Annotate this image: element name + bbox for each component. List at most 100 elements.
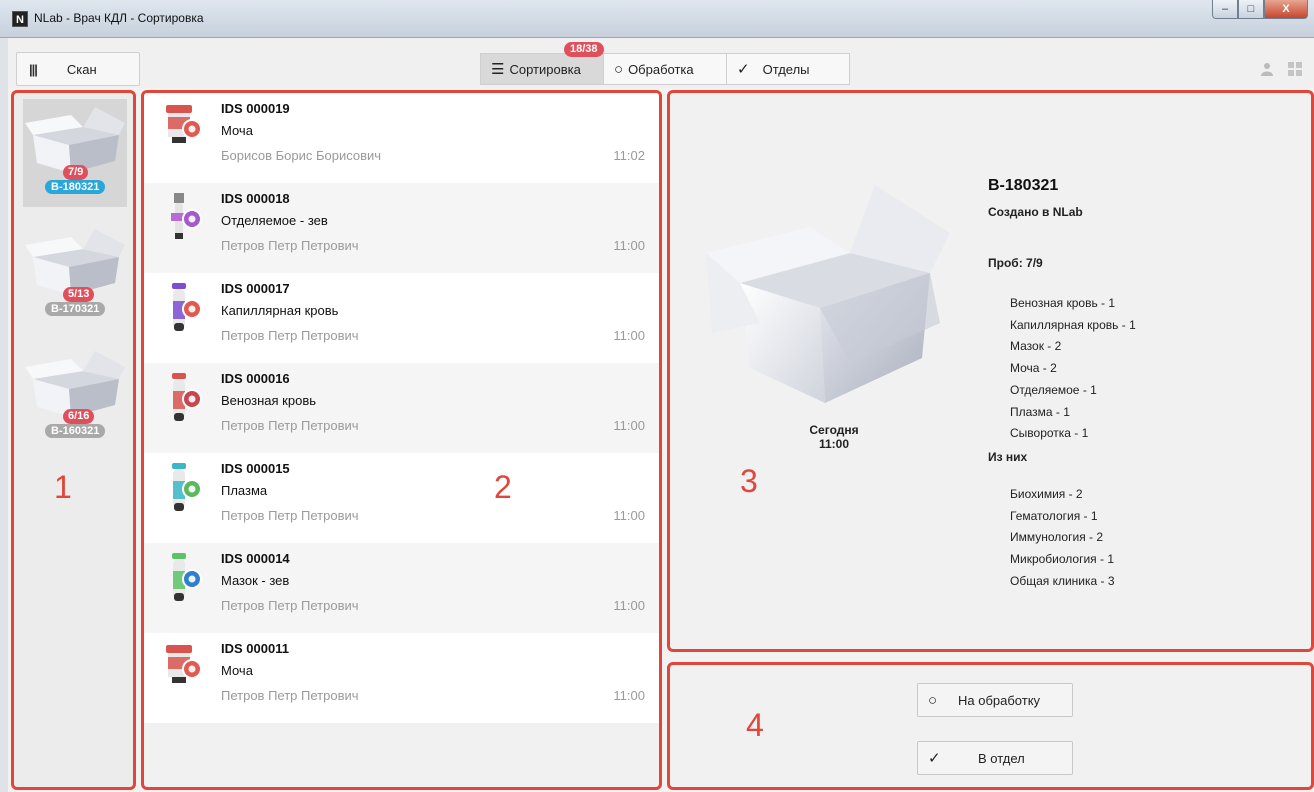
department-item: Микробиология - 1 bbox=[1010, 552, 1115, 567]
box-item[interactable]: 5/13 B-170321 bbox=[23, 221, 127, 329]
check-icon: ✓ bbox=[737, 61, 750, 78]
patient-name: Петров Петр Петрович bbox=[221, 238, 359, 253]
patient-name: Петров Петр Петрович bbox=[221, 598, 359, 613]
app-window: ||| Скан ☰ Сортировка ○ Обработка ✓ Отде… bbox=[8, 38, 1314, 792]
box-date: Сегодня 11:00 bbox=[774, 423, 894, 451]
sample-tube-icon bbox=[162, 193, 206, 250]
sample-id: IDS 000018 bbox=[221, 191, 290, 206]
box-date-time: 11:00 bbox=[818, 437, 850, 451]
sample-type: Отделяемое - зев bbox=[221, 213, 328, 228]
annotation-number-3: 3 bbox=[740, 463, 758, 499]
sample-time: 11:00 bbox=[613, 598, 645, 613]
probe-type-item: Сыворотка - 1 bbox=[1010, 426, 1089, 441]
probe-count: Проб: 7/9 bbox=[988, 256, 1043, 270]
window-controls: – □ X bbox=[1212, 0, 1308, 20]
actions-panel: 4 ○ На обработку ✓ В отдел bbox=[667, 662, 1314, 790]
toolbar: ||| Скан ☰ Сортировка ○ Обработка ✓ Отде… bbox=[8, 38, 1314, 88]
sample-row[interactable]: IDS 000014 Мазок - зев Петров Петр Петрови… bbox=[144, 543, 659, 633]
sample-tube-icon bbox=[162, 283, 206, 340]
patient-name: Петров Петр Петрович bbox=[221, 688, 359, 703]
probe-type-item: Моча - 2 bbox=[1010, 361, 1057, 376]
sample-row[interactable]: IDS 000019 Моча Борисов Борис Борисович 11:… bbox=[144, 93, 659, 183]
tab-sorting[interactable]: ☰ Сортировка bbox=[480, 53, 604, 85]
of-them-heading: Из них bbox=[988, 450, 1028, 464]
sorting-count-badge: 18/38 bbox=[564, 42, 604, 57]
sample-row[interactable]: IDS 000015 Плазма Петров Петр Петрович 11:0… bbox=[144, 453, 659, 543]
sample-tube-icon bbox=[162, 103, 206, 160]
sample-tube-icon bbox=[162, 373, 206, 430]
department-item: Общая клиника - 3 bbox=[1010, 573, 1115, 588]
sample-time: 11:00 bbox=[613, 508, 645, 523]
send-to-department-label: В отдел bbox=[978, 750, 1025, 766]
box-list-panel: 7/9 B-180321 5/13 B-170321 6/16 B-160321 1 bbox=[11, 90, 136, 790]
sample-row[interactable]: IDS 000018 Отделяемое - зев Петров Петр Пе… bbox=[144, 183, 659, 273]
box-code-badge: B-180321 bbox=[45, 180, 106, 194]
probe-type-item: Плазма - 1 bbox=[1010, 404, 1070, 419]
check-icon: ✓ bbox=[928, 750, 941, 767]
tab-departments-label: Отделы bbox=[762, 61, 810, 77]
box-image bbox=[700, 173, 950, 418]
annotation-number-1: 1 bbox=[54, 469, 72, 505]
menu-icon: ☰ bbox=[491, 61, 505, 78]
maximize-icon[interactable]: □ bbox=[1238, 0, 1264, 19]
sample-type: Моча bbox=[221, 663, 253, 678]
close-icon[interactable]: X bbox=[1264, 0, 1308, 19]
department-item: Гематология - 1 bbox=[1010, 508, 1098, 523]
sample-time: 11:00 bbox=[613, 688, 645, 703]
patient-name: Петров Петр Петрович bbox=[221, 328, 359, 343]
scan-button[interactable]: ||| Скан bbox=[16, 52, 140, 86]
tab-processing-label: Обработка bbox=[628, 61, 694, 77]
user-icon[interactable] bbox=[1260, 62, 1274, 79]
sample-time: 11:00 bbox=[613, 418, 645, 433]
tab-departments[interactable]: ✓ Отделы bbox=[726, 53, 850, 85]
sample-time: 11:00 bbox=[613, 238, 645, 253]
sample-type: Венозная кровь bbox=[221, 393, 317, 408]
sample-tube-icon bbox=[162, 643, 206, 700]
box-item[interactable]: 6/16 B-160321 bbox=[23, 343, 127, 451]
sample-row[interactable]: IDS 000011 Моча Петров Петр Петрович 11:00 bbox=[144, 633, 659, 723]
probe-type-list: Венозная кровь - 1 Капиллярная кровь - 1 М… bbox=[1010, 293, 1136, 445]
app-logo-icon: N bbox=[12, 11, 28, 27]
box-item[interactable]: 7/9 B-180321 bbox=[23, 99, 127, 207]
box-count-badge: 7/9 bbox=[63, 165, 89, 180]
send-to-department-button[interactable]: ✓ В отдел bbox=[917, 741, 1073, 775]
sample-id: IDS 000015 bbox=[221, 461, 290, 476]
scan-button-label: Скан bbox=[66, 61, 97, 77]
probe-type-item: Отделяемое - 1 bbox=[1010, 382, 1097, 397]
circle-icon: ○ bbox=[928, 691, 938, 709]
box-date-day: Сегодня bbox=[809, 423, 859, 437]
sample-type: Моча bbox=[221, 123, 253, 138]
sample-id: IDS 000017 bbox=[221, 281, 290, 296]
sample-time: 11:02 bbox=[613, 148, 645, 163]
tab-processing[interactable]: ○ Обработка bbox=[603, 53, 727, 85]
sample-row[interactable]: IDS 000016 Венозная кровь Петров Петр Петр… bbox=[144, 363, 659, 453]
box-detail-panel: Сегодня 11:00 3 B-180321 Создано в NLab … bbox=[667, 90, 1314, 652]
window-title: NLab - Врач КДЛ - Сортировка bbox=[34, 11, 204, 25]
patient-name: Петров Петр Петрович bbox=[221, 508, 359, 523]
grid-icon[interactable] bbox=[1288, 62, 1302, 79]
box-count-badge: 5/13 bbox=[63, 287, 95, 302]
department-item: Биохимия - 2 bbox=[1010, 487, 1083, 501]
probe-type-item: Венозная кровь - 1 bbox=[1010, 296, 1116, 310]
sample-time: 11:00 bbox=[613, 328, 645, 343]
sample-tube-icon bbox=[162, 463, 206, 520]
send-to-processing-button[interactable]: ○ На обработку bbox=[917, 683, 1073, 717]
sample-list-panel: IDS 000019 Моча Борисов Борис Борисович 11:… bbox=[141, 90, 662, 790]
annotation-number-4: 4 bbox=[746, 707, 764, 743]
patient-name: Борисов Борис Борисович bbox=[221, 148, 382, 163]
box-code-badge: B-160321 bbox=[45, 424, 106, 438]
department-item: Иммунология - 2 bbox=[1010, 530, 1104, 545]
sample-id: IDS 000016 bbox=[221, 371, 290, 386]
sample-row[interactable]: IDS 000017 Капиллярная кровь Петров Петр П… bbox=[144, 273, 659, 363]
sample-type: Капиллярная кровь bbox=[221, 303, 339, 318]
box-created-by: Создано в NLab bbox=[988, 205, 1083, 219]
patient-name: Петров Петр Петрович bbox=[221, 418, 359, 433]
annotation-number-2: 2 bbox=[494, 469, 512, 505]
sample-tube-icon bbox=[162, 553, 206, 610]
tab-sorting-label: Сортировка bbox=[509, 61, 581, 77]
sample-type: Мазок - зев bbox=[221, 573, 290, 588]
box-count-badge: 6/16 bbox=[63, 409, 95, 424]
mode-tabs: ☰ Сортировка ○ Обработка ✓ Отделы bbox=[480, 53, 850, 85]
minimize-icon[interactable]: – bbox=[1212, 0, 1238, 19]
sample-id: IDS 000019 bbox=[221, 101, 290, 116]
